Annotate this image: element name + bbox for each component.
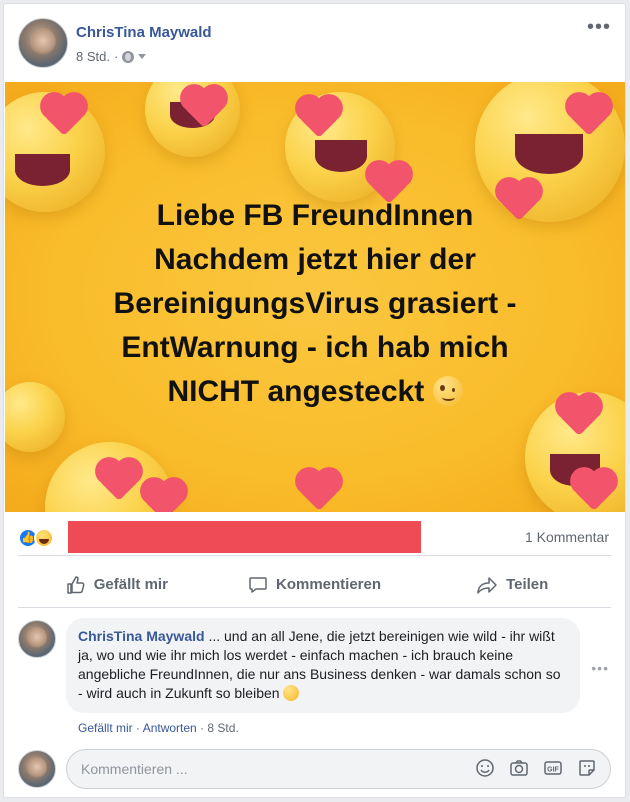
like-button[interactable]: Gefällt mir [18, 562, 216, 607]
banner-line: Liebe FB FreundInnen [156, 199, 474, 232]
banner-text: Liebe FB FreundInnen Nachdem jetzt hier … [45, 194, 585, 414]
redacted-names-block [68, 521, 421, 553]
sticker-icon[interactable] [577, 758, 597, 778]
like-label: Gefällt mir [93, 576, 168, 593]
comment-button[interactable]: Kommentieren [216, 562, 414, 607]
heart-icon [144, 481, 184, 512]
comment-time[interactable]: 8 Std. [207, 721, 238, 735]
more-options-icon[interactable]: ••• [587, 17, 611, 37]
post-header: ChrisTina Maywald 8 Std. · ••• [18, 17, 611, 74]
post-card: ChrisTina Maywald 8 Std. · ••• Liebe FB … [3, 3, 626, 798]
smile-emoji-icon [283, 685, 300, 701]
gif-icon[interactable]: GIF [543, 758, 563, 778]
heart-icon [299, 471, 339, 511]
composer-icons: GIF [475, 758, 597, 778]
banner-line: BereinigungsVirus grasiert - [113, 287, 517, 320]
comment-actions: Gefällt mir · Antworten · 8 Std. [78, 721, 239, 735]
svg-text:GIF: GIF [547, 767, 559, 774]
meta-separator: · [113, 49, 119, 64]
globe-icon[interactable] [122, 50, 135, 63]
post-banner[interactable]: Liebe FB FreundInnen Nachdem jetzt hier … [5, 82, 625, 512]
comment-options-icon[interactable]: ••• [591, 660, 609, 676]
post-actions: Gefällt mir Kommentieren Teilen [18, 562, 611, 608]
comment-bubble-icon [248, 575, 268, 595]
reactions-bar: 👍 1 Kommentar [18, 520, 611, 556]
post-time[interactable]: 8 Std. [76, 49, 110, 64]
banner-line: Nachdem jetzt hier der [154, 243, 476, 276]
comment-label: Kommentieren [275, 576, 382, 593]
banner-line: EntWarnung - ich hab mich [121, 331, 509, 364]
emoji-icon[interactable] [475, 758, 495, 778]
author-name[interactable]: ChrisTina Maywald [76, 24, 212, 41]
chevron-down-icon[interactable] [138, 54, 147, 59]
comment-reply-link[interactable]: Antworten [143, 721, 197, 735]
commenter-name[interactable]: ChrisTina Maywald [78, 628, 205, 644]
commenter-avatar[interactable] [18, 620, 56, 658]
wink-emoji-icon [432, 376, 463, 406]
comment-composer: Kommentieren ... GIF [18, 746, 611, 790]
share-label: Teilen [506, 576, 549, 593]
comment-count[interactable]: 1 Kommentar [525, 529, 609, 545]
post-meta: 8 Std. · [76, 49, 147, 64]
comment-like-link[interactable]: Gefällt mir [78, 721, 133, 735]
banner-line-5: NICHT angesteckt [167, 375, 425, 408]
share-button[interactable]: Teilen [413, 562, 611, 607]
thumbs-up-icon [66, 575, 86, 595]
viewer-avatar [18, 750, 56, 788]
banner-line: NICHT angesteckt [45, 370, 585, 414]
author-avatar[interactable] [18, 18, 68, 68]
camera-icon[interactable] [509, 758, 529, 778]
share-arrow-icon [476, 575, 498, 595]
comment-bubble: ChrisTina Maywald ... und an all Jene, d… [66, 618, 580, 713]
haha-reaction-icon[interactable] [34, 528, 54, 548]
